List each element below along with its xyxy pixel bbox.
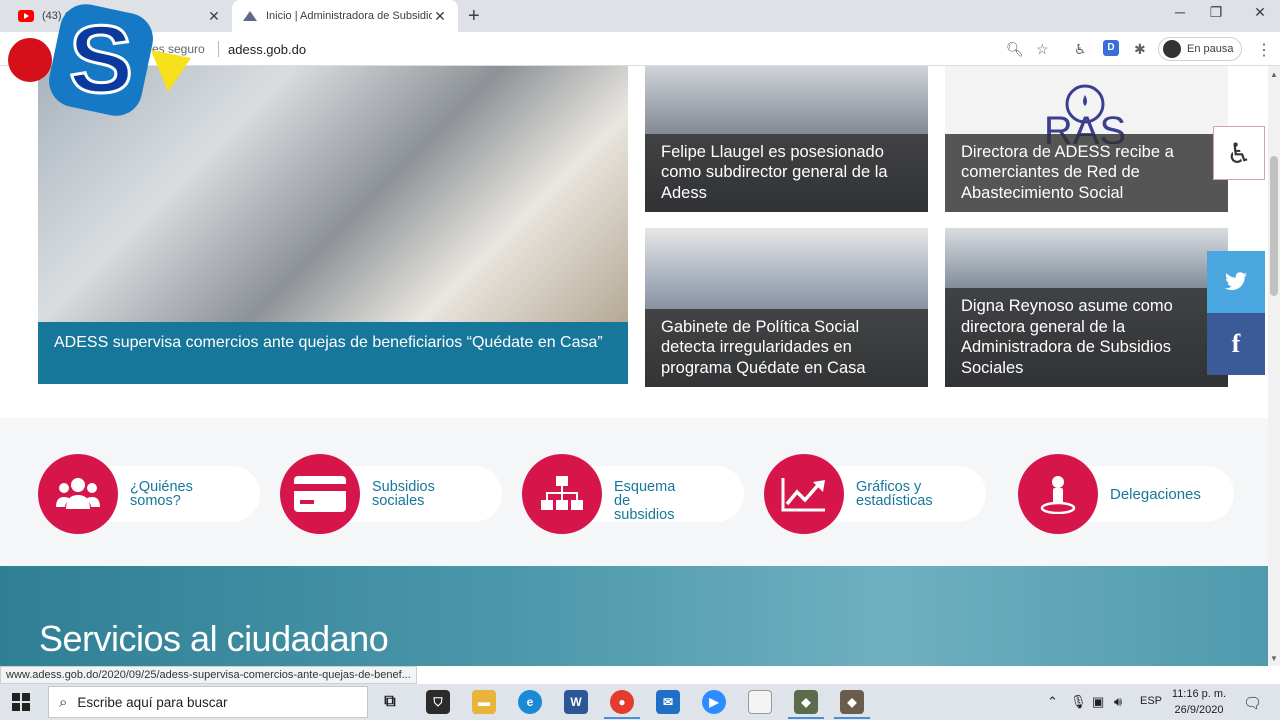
store-icon[interactable]: ⛉: [426, 690, 450, 714]
bookmark-star-icon[interactable]: ☆: [1036, 41, 1049, 58]
category-label-line: sociales: [372, 493, 425, 509]
svg-text:S: S: [69, 6, 133, 113]
facebook-icon: f: [1231, 329, 1241, 358]
close-tab-icon[interactable]: ✕: [206, 8, 222, 25]
category-label-line: subsidios: [614, 507, 675, 523]
extension-d-icon[interactable]: D: [1103, 40, 1119, 56]
scroll-up-icon[interactable]: ▲: [1270, 70, 1278, 79]
news-card[interactable]: Gabinete de Política Social detecta irre…: [645, 228, 928, 387]
category-label[interactable]: Delegaciones: [1110, 486, 1201, 503]
tab-title: Inicio | Administradora de Subsidios: [266, 10, 432, 22]
news-caption[interactable]: Felipe Llaugel es posesionado como subdi…: [645, 133, 928, 212]
category-circle: [280, 454, 360, 534]
category-label[interactable]: Gráficos y estadísticas: [856, 479, 933, 509]
page-scrollbar[interactable]: ▲ ▼: [1268, 66, 1280, 666]
category-circle: [1018, 454, 1098, 534]
category-label-line: Subsidios: [372, 479, 435, 495]
chrome-icon[interactable]: ●: [610, 690, 634, 714]
active-app-indicator: [604, 717, 640, 719]
facebook-share-button[interactable]: f: [1207, 313, 1265, 375]
profile-status: En pausa: [1187, 43, 1234, 55]
news-card[interactable]: Digna Reynoso asume como directora gener…: [945, 228, 1228, 387]
chart-icon: [781, 478, 825, 512]
taskbar-clock[interactable]: 11:16 p. m. 26/9/2020: [1166, 686, 1232, 718]
scroll-down-icon[interactable]: ▼: [1270, 654, 1278, 663]
notepad-icon[interactable]: [748, 690, 772, 714]
news-caption[interactable]: Directora de ADESS recibe a comerciantes…: [945, 133, 1228, 212]
site-icon: [243, 11, 257, 21]
status-url: www.adess.gob.do/2020/09/25/adess-superv…: [0, 666, 417, 684]
category-label-line: Gráficos y: [856, 479, 922, 495]
search-placeholder: Escribe aquí para buscar: [77, 694, 228, 710]
users-icon: [56, 478, 100, 509]
edge-icon[interactable]: e: [518, 690, 542, 714]
avatar: [1163, 40, 1181, 58]
twitter-share-button[interactable]: [1207, 251, 1265, 313]
windows-start-icon[interactable]: [12, 693, 30, 711]
word-icon[interactable]: W: [564, 690, 588, 714]
category-label-line: ¿Quiénes: [130, 479, 193, 495]
category-label-line: estadísticas: [856, 493, 933, 509]
category-label-line: Esquema de: [614, 479, 676, 509]
category-label-line: Delegaciones: [1110, 486, 1201, 503]
news-card[interactable]: Felipe Llaugel es posesionado como subdi…: [645, 66, 928, 212]
web-page: ADESS supervisa comercios ante quejas de…: [0, 66, 1268, 666]
category-label-line: somos?: [130, 493, 181, 509]
app-icon[interactable]: ◆: [840, 690, 864, 714]
active-app-indicator: [834, 717, 870, 719]
url-field[interactable]: adess.gob.do: [228, 42, 306, 57]
category-row: ¿Quiénes somos? Subsidios sociales Esque…: [0, 418, 1268, 566]
services-banner: Servicios al ciudadano: [0, 566, 1268, 666]
wheelchair-icon: ♿︎: [1226, 137, 1252, 169]
scrollbar-thumb[interactable]: [1270, 156, 1278, 296]
zoom-app-icon[interactable]: ▶: [702, 690, 726, 714]
card-icon: [294, 476, 346, 512]
accessibility-button[interactable]: ♿︎: [1213, 126, 1265, 180]
close-tab-icon[interactable]: ✕: [432, 8, 448, 25]
channel-logo: S: [8, 4, 191, 116]
twitter-icon: [1225, 272, 1247, 291]
microphone-icon[interactable]: 🎙︎: [1070, 694, 1087, 710]
search-icon: ⌕: [59, 693, 68, 711]
category-label[interactable]: ¿Quiénes somos?: [130, 479, 193, 509]
network-icon[interactable]: ▣: [1092, 694, 1104, 710]
extensions-puzzle-icon[interactable]: ✱: [1134, 41, 1146, 58]
accessibility-extension-icon[interactable]: ♿︎: [1074, 41, 1087, 58]
news-caption[interactable]: Digna Reynoso asume como directora gener…: [945, 288, 1228, 387]
tray-chevron-icon[interactable]: ⌃: [1047, 694, 1058, 710]
close-window-button[interactable]: ✕: [1240, 4, 1280, 21]
news-caption[interactable]: Gabinete de Política Social detecta irre…: [645, 308, 928, 387]
windows-taskbar: ⌕ Escribe aquí para buscar ⧉ ⛉ ▬ e W ● ✉…: [0, 684, 1280, 720]
file-explorer-icon[interactable]: ▬: [472, 690, 496, 714]
menu-kebab-icon[interactable]: ⋮: [1256, 40, 1272, 60]
profile-button[interactable]: En pausa: [1158, 37, 1242, 61]
task-view-icon[interactable]: ⧉: [378, 690, 402, 714]
app-icon[interactable]: ◆: [794, 690, 818, 714]
location-icon: [1040, 476, 1076, 514]
services-heading: Servicios al ciudadano: [39, 618, 389, 659]
category-circle: [522, 454, 602, 534]
volume-icon[interactable]: 🔊︎: [1114, 694, 1122, 710]
mail-icon[interactable]: ✉: [656, 690, 680, 714]
category-circle: [764, 454, 844, 534]
clock-date: 26/9/2020: [1174, 704, 1224, 716]
category-circle: [38, 454, 118, 534]
category-label[interactable]: Subsidios sociales: [372, 479, 435, 509]
category-label[interactable]: Esquema de subsidios: [614, 479, 676, 523]
clock-time: 11:16 p. m.: [1171, 688, 1227, 700]
org-chart-icon: [541, 476, 583, 510]
featured-news-caption[interactable]: ADESS supervisa comercios ante quejas de…: [38, 322, 628, 384]
zoom-icon[interactable]: 🔍︎: [1006, 41, 1024, 58]
restore-button[interactable]: ❐: [1196, 4, 1236, 21]
tab-adess[interactable]: Inicio | Administradora de Subsidios ✕: [232, 0, 458, 32]
notifications-icon[interactable]: 🗨︎: [1243, 694, 1262, 712]
taskbar-search[interactable]: ⌕ Escribe aquí para buscar: [48, 686, 368, 718]
language-indicator[interactable]: ESP: [1140, 695, 1162, 707]
active-app-indicator: [788, 717, 824, 719]
news-card[interactable]: RAS Directora de ADESS recibe a comercia…: [945, 66, 1228, 212]
divider: [218, 41, 219, 57]
new-tab-button[interactable]: +: [468, 5, 480, 28]
minimize-button[interactable]: ─: [1160, 4, 1200, 20]
